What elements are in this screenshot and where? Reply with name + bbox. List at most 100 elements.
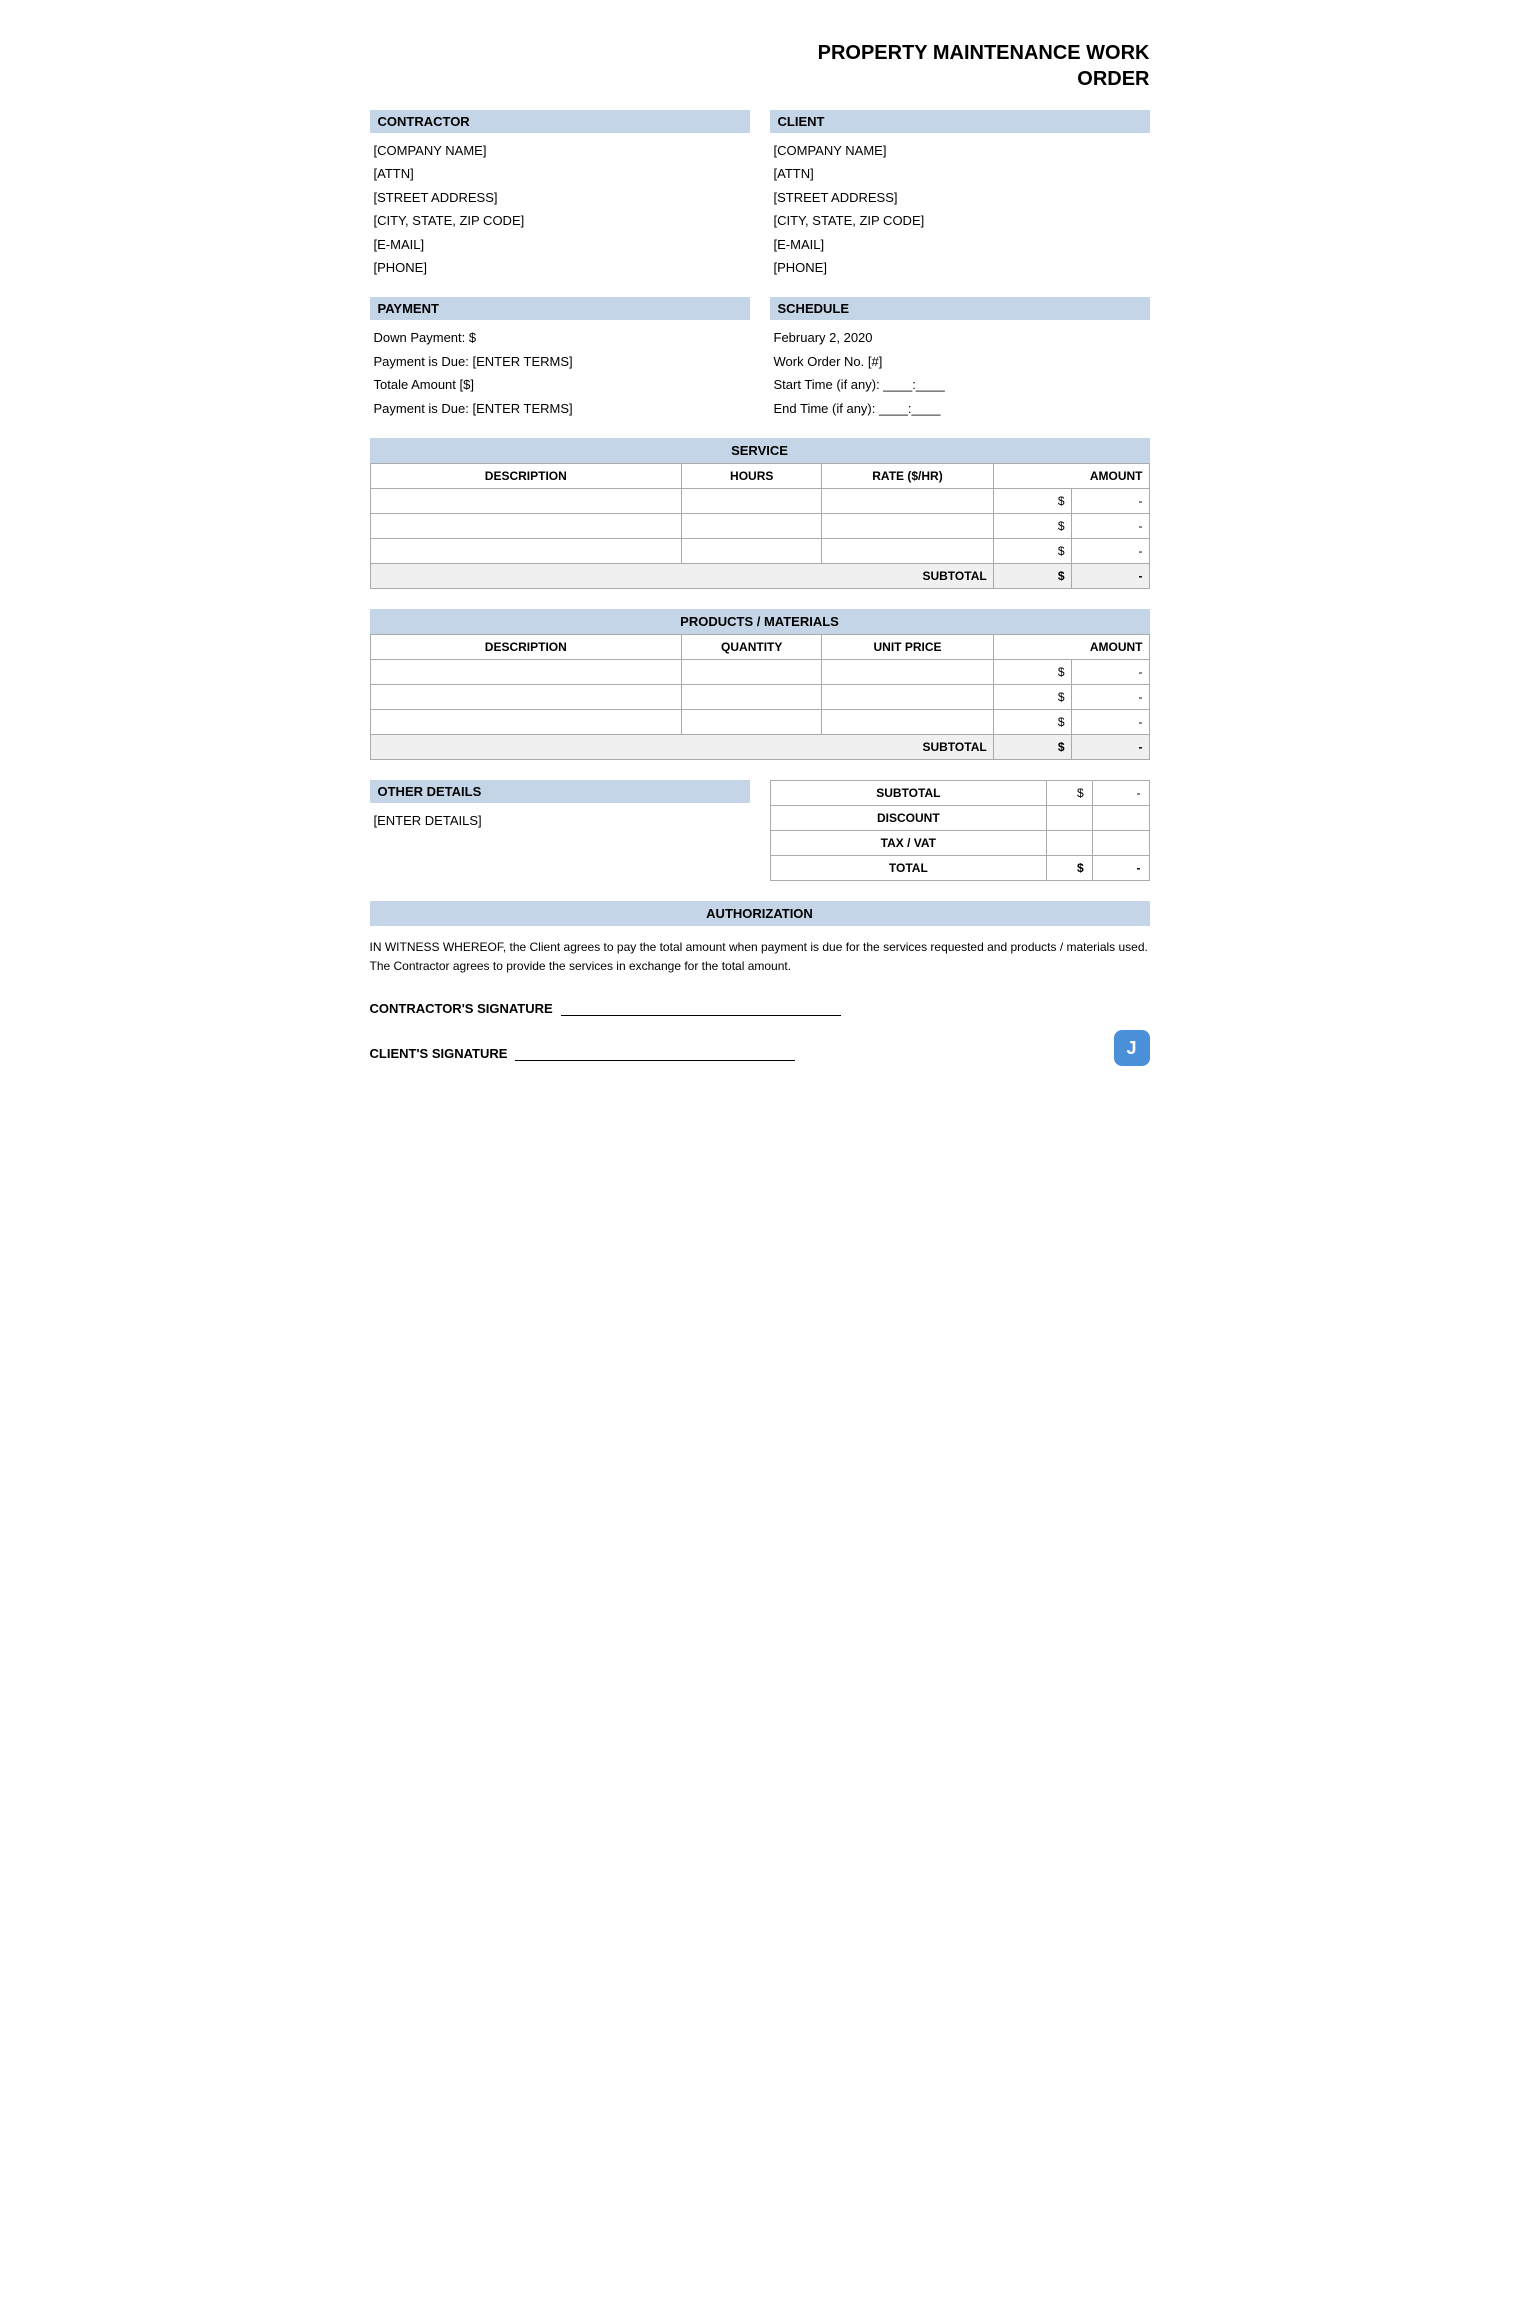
summary-total-label: TOTAL — [770, 855, 1047, 880]
service-col-description: DESCRIPTION — [370, 463, 682, 488]
schedule-header: SCHEDULE — [770, 297, 1150, 320]
mat-unit-1 — [822, 659, 993, 684]
service-amount-1: - — [1071, 488, 1149, 513]
client-signature-underline — [515, 1045, 795, 1061]
materials-subtotal-row: SUBTOTAL $ - — [370, 734, 1149, 759]
mat-dollar-3: $ — [993, 709, 1071, 734]
service-desc-1 — [370, 488, 682, 513]
summary-subtotal-row: SUBTOTAL $ - — [770, 780, 1149, 805]
authorization-text: IN WITNESS WHEREOF, the Client agrees to… — [370, 938, 1150, 976]
schedule-block: SCHEDULE February 2, 2020 Work Order No.… — [770, 297, 1150, 420]
service-desc-3 — [370, 538, 682, 563]
service-dollar-2: $ — [993, 513, 1071, 538]
mat-amount-2: - — [1071, 684, 1149, 709]
materials-col-description: DESCRIPTION — [370, 634, 682, 659]
table-row: $ - — [370, 709, 1149, 734]
mat-desc-1 — [370, 659, 682, 684]
materials-col-unit-price: UNIT PRICE — [822, 634, 993, 659]
materials-subtotal-value: - — [1071, 734, 1149, 759]
mat-dollar-2: $ — [993, 684, 1071, 709]
mat-desc-3 — [370, 709, 682, 734]
other-details-block: OTHER DETAILS [ENTER DETAILS] — [370, 780, 750, 832]
service-col-hours: HOURS — [682, 463, 822, 488]
payment-header: PAYMENT — [370, 297, 750, 320]
materials-table: DESCRIPTION QUANTITY UNIT PRICE AMOUNT $… — [370, 634, 1150, 760]
client-block: CLIENT [COMPANY NAME] [ATTN] [STREET ADD… — [770, 110, 1150, 279]
table-row: $ - — [370, 538, 1149, 563]
summary-total-value: - — [1092, 855, 1149, 880]
authorization-header: AUTHORIZATION — [370, 901, 1150, 926]
summary-table: SUBTOTAL $ - DISCOUNT TAX / VAT TOTAL $ … — [770, 780, 1150, 881]
service-col-amount: AMOUNT — [993, 463, 1149, 488]
schedule-start-time: Start Time (if any): ____:____ — [774, 373, 1146, 396]
contractor-attn: [ATTN] — [374, 162, 746, 185]
contractor-company: [COMPANY NAME] — [374, 139, 746, 162]
client-city: [CITY, STATE, ZIP CODE] — [774, 209, 1146, 232]
client-attn: [ATTN] — [774, 162, 1146, 185]
mat-qty-2 — [682, 684, 822, 709]
service-rate-2 — [822, 513, 993, 538]
client-phone: [PHONE] — [774, 256, 1146, 279]
mat-amount-1: - — [1071, 659, 1149, 684]
mat-desc-2 — [370, 684, 682, 709]
materials-col-amount: AMOUNT — [993, 634, 1149, 659]
summary-total-dollar: $ — [1047, 855, 1092, 880]
client-address: [STREET ADDRESS] — [774, 186, 1146, 209]
client-header: CLIENT — [770, 110, 1150, 133]
service-amount-3: - — [1071, 538, 1149, 563]
service-hours-1 — [682, 488, 822, 513]
service-subtotal-value: - — [1071, 563, 1149, 588]
summary-subtotal-value: - — [1092, 780, 1149, 805]
summary-tax-value — [1092, 830, 1149, 855]
materials-title: PRODUCTS / MATERIALS — [370, 609, 1150, 634]
bottom-section: OTHER DETAILS [ENTER DETAILS] SUBTOTAL $… — [370, 780, 1150, 881]
table-row: $ - — [370, 684, 1149, 709]
schedule-work-order: Work Order No. [#] — [774, 350, 1146, 373]
schedule-body: February 2, 2020 Work Order No. [#] Star… — [770, 326, 1150, 420]
service-title: SERVICE — [370, 438, 1150, 463]
service-desc-2 — [370, 513, 682, 538]
materials-subtotal-label: SUBTOTAL — [370, 734, 993, 759]
summary-total-row: TOTAL $ - — [770, 855, 1149, 880]
contractor-city: [CITY, STATE, ZIP CODE] — [374, 209, 746, 232]
service-hours-3 — [682, 538, 822, 563]
other-details-value: [ENTER DETAILS] — [370, 809, 750, 832]
schedule-date: February 2, 2020 — [774, 326, 1146, 349]
summary-discount-row: DISCOUNT — [770, 805, 1149, 830]
jotform-badge-icon: J — [1114, 1030, 1150, 1066]
contractor-signature-line: CONTRACTOR'S SIGNATURE — [370, 1000, 1150, 1016]
service-subtotal-label: SUBTOTAL — [370, 563, 993, 588]
summary-discount-dollar — [1047, 805, 1092, 830]
client-company: [COMPANY NAME] — [774, 139, 1146, 162]
summary-subtotal-dollar: $ — [1047, 780, 1092, 805]
summary-tax-dollar — [1047, 830, 1092, 855]
summary-discount-label: DISCOUNT — [770, 805, 1047, 830]
service-dollar-3: $ — [993, 538, 1071, 563]
service-dollar-1: $ — [993, 488, 1071, 513]
materials-section: PRODUCTS / MATERIALS DESCRIPTION QUANTIT… — [370, 609, 1150, 760]
other-details-header: OTHER DETAILS — [370, 780, 750, 803]
contractor-body: [COMPANY NAME] [ATTN] [STREET ADDRESS] [… — [370, 139, 750, 279]
client-email: [E-MAIL] — [774, 233, 1146, 256]
mat-qty-1 — [682, 659, 822, 684]
service-amount-2: - — [1071, 513, 1149, 538]
payment-schedule-section: PAYMENT Down Payment: $ Payment is Due: … — [370, 297, 1150, 420]
client-body: [COMPANY NAME] [ATTN] [STREET ADDRESS] [… — [770, 139, 1150, 279]
contractor-email: [E-MAIL] — [374, 233, 746, 256]
service-subtotal-dollar: $ — [993, 563, 1071, 588]
client-signature-line: CLIENT'S SIGNATURE J — [370, 1040, 1150, 1066]
service-rate-3 — [822, 538, 993, 563]
payment-block: PAYMENT Down Payment: $ Payment is Due: … — [370, 297, 750, 420]
materials-col-quantity: QUANTITY — [682, 634, 822, 659]
materials-subtotal-dollar: $ — [993, 734, 1071, 759]
table-row: $ - — [370, 659, 1149, 684]
table-row: $ - — [370, 513, 1149, 538]
document-title: PROPERTY MAINTENANCE WORK ORDER — [370, 40, 1150, 92]
service-section: SERVICE DESCRIPTION HOURS RATE ($/HR) AM… — [370, 438, 1150, 589]
payment-body: Down Payment: $ Payment is Due: [ENTER T… — [370, 326, 750, 420]
service-table: DESCRIPTION HOURS RATE ($/HR) AMOUNT $ -… — [370, 463, 1150, 589]
summary-tax-label: TAX / VAT — [770, 830, 1047, 855]
mat-unit-3 — [822, 709, 993, 734]
table-row: $ - — [370, 488, 1149, 513]
payment-down: Down Payment: $ — [374, 326, 746, 349]
